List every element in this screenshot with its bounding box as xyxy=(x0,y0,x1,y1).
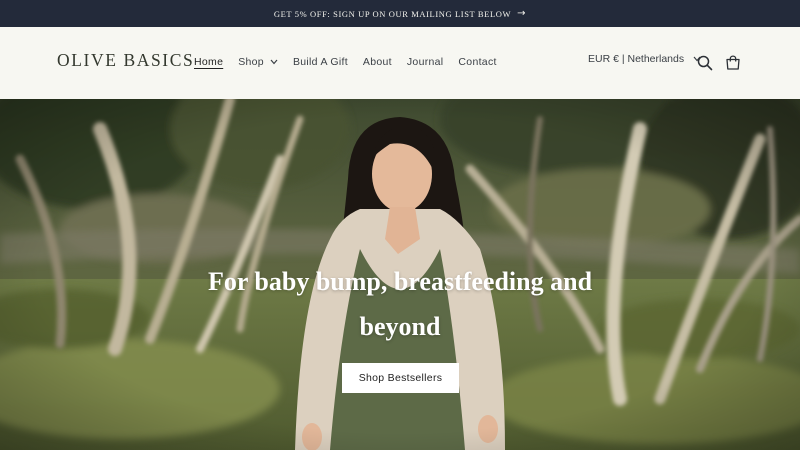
nav-item-build-a-gift[interactable]: Build A Gift xyxy=(293,56,348,68)
search-icon[interactable] xyxy=(696,54,714,72)
currency-selector[interactable]: EUR € | Netherlands xyxy=(588,53,701,65)
site-header: OLIVE BASICS Home Shop Build A Gift Abou… xyxy=(0,27,800,99)
nav-item-label: Contact xyxy=(458,56,497,68)
nav-item-label: About xyxy=(362,56,392,68)
nav-item-about[interactable]: About xyxy=(363,56,392,68)
main-nav: Home Shop Build A Gift About Journal Con… xyxy=(194,56,512,68)
nav-item-home[interactable]: Home xyxy=(194,56,223,68)
hero-title: For baby bump, breastfeeding and beyond xyxy=(207,267,593,341)
currency-label: EUR € | Netherlands xyxy=(588,53,685,65)
shop-bestsellers-button[interactable]: Shop Bestsellers xyxy=(342,363,459,393)
logo[interactable]: OLIVE BASICS xyxy=(57,50,194,71)
nav-item-shop[interactable]: Shop xyxy=(238,56,278,68)
nav-item-journal[interactable]: Journal xyxy=(407,56,444,68)
nav-item-label: Home xyxy=(194,56,224,68)
nav-item-label: Shop xyxy=(238,56,264,68)
cart-icon[interactable] xyxy=(724,54,742,72)
hero-banner: For baby bump, breastfeeding and beyond … xyxy=(0,99,800,450)
announcement-bar[interactable]: GET 5% OFF: SIGN UP ON OUR MAILING LIST … xyxy=(0,0,800,27)
nav-item-label: Build A Gift xyxy=(292,56,348,68)
arrow-right-icon: → xyxy=(517,8,527,19)
nav-item-contact[interactable]: Contact xyxy=(458,56,496,68)
announcement-text: GET 5% OFF: SIGN UP ON OUR MAILING LIST … xyxy=(273,8,512,19)
nav-item-label: Journal xyxy=(406,56,444,68)
chevron-down-icon xyxy=(270,58,278,67)
